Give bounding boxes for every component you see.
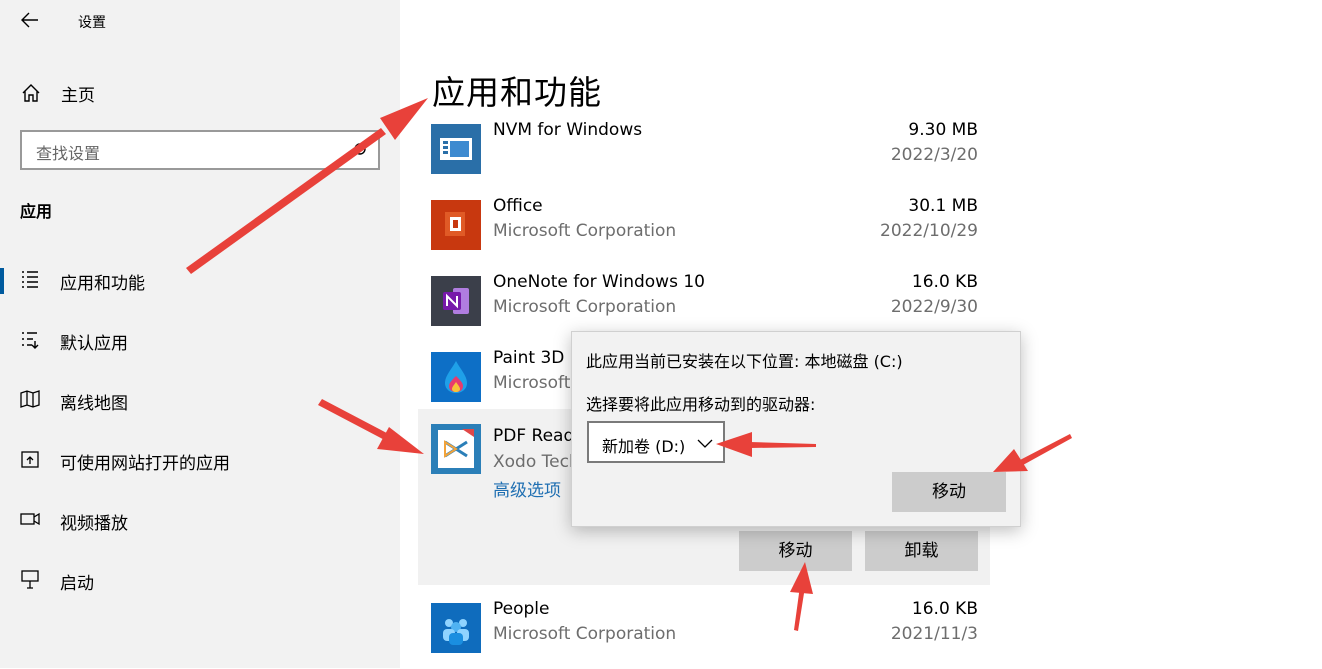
app-row-people[interactable]: People Microsoft Corporation 16.0 KB 202… (418, 595, 990, 669)
app-size: 30.1 MB (908, 196, 978, 216)
app-publisher: Microsoft Corporation (493, 624, 677, 644)
app-name: People (493, 599, 550, 619)
section-heading: 应用 (20, 202, 53, 221)
drive-select[interactable]: 新加卷 (D:) (587, 421, 725, 463)
app-size: 9.30 MB (908, 120, 978, 140)
app-name: Paint 3D (493, 348, 565, 368)
window-title: 设置 (78, 15, 106, 31)
app-date: 2021/11/3 (890, 624, 978, 644)
sidebar-item-default-apps[interactable]: 默认应用 (0, 318, 400, 362)
app-publisher: Xodo Tech (493, 452, 580, 472)
uninstall-button[interactable]: 卸载 (865, 531, 978, 571)
sidebar-item-label: 启动 (60, 574, 94, 594)
sidebar-item-video-playback[interactable]: 视频播放 (0, 498, 400, 542)
chevron-down-icon (697, 439, 713, 448)
choose-drive-prompt: 选择要将此应用移动到的驱动器: (586, 395, 816, 414)
sidebar-item-label: 应用和功能 (60, 274, 145, 294)
flyout-move-button[interactable]: 移动 (892, 472, 1006, 512)
app-name: OneNote for Windows 10 (493, 272, 705, 292)
app-size: 16.0 KB (911, 599, 978, 619)
app-date: 2022/9/30 (890, 297, 978, 317)
app-row-nvm[interactable]: NVM for Windows 9.30 MB 2022/3/20 (418, 116, 990, 190)
office-app-icon (431, 200, 481, 250)
current-location-text: 此应用当前已安装在以下位置: 本地磁盘 (C:) (586, 352, 903, 371)
move-app-flyout: 此应用当前已安装在以下位置: 本地磁盘 (C:) 选择要将此应用移动到的驱动器:… (571, 331, 1021, 527)
sidebar-item-label: 默认应用 (60, 334, 128, 354)
move-button[interactable]: 移动 (739, 531, 852, 571)
sidebar-item-label: 可使用网站打开的应用 (60, 454, 230, 474)
app-row-office[interactable]: Office Microsoft Corporation 30.1 MB 202… (418, 192, 990, 266)
sidebar-item-offline-maps[interactable]: 离线地图 (0, 378, 400, 422)
search-settings-input[interactable]: 查找设置 (20, 130, 380, 170)
app-name: Office (493, 196, 543, 216)
app-size: 16.0 KB (911, 272, 978, 292)
sidebar-item-apps-features[interactable]: 应用和功能 (0, 258, 400, 302)
people-app-icon (431, 603, 481, 653)
home-icon (22, 84, 40, 102)
page-title: 应用和功能 (432, 73, 602, 112)
paint3d-app-icon (431, 352, 481, 402)
back-button[interactable] (14, 6, 46, 34)
default-apps-icon (22, 332, 39, 349)
sidebar-item-apps-for-websites[interactable]: 可使用网站打开的应用 (0, 438, 400, 482)
sidebar-item-label: 视频播放 (60, 514, 128, 534)
app-date: 2022/3/20 (890, 145, 978, 165)
app-publisher: Microsoft Corporation (493, 297, 677, 317)
pdf-reader-app-icon (431, 424, 481, 474)
advanced-options-link[interactable]: 高级选项 (493, 476, 561, 501)
video-playback-icon (20, 512, 40, 526)
apps-for-websites-icon (21, 451, 39, 468)
onenote-app-icon (431, 276, 481, 326)
app-publisher: Microsoft Corporation (493, 221, 677, 241)
home-label: 主页 (61, 86, 95, 106)
search-placeholder: 查找设置 (36, 144, 101, 163)
title-bar: 设置 (0, 0, 400, 40)
startup-icon (21, 570, 39, 589)
back-arrow-icon (21, 12, 38, 28)
selection-indicator (0, 268, 4, 294)
home-nav-item[interactable]: 主页 (0, 72, 400, 112)
offline-maps-icon (20, 390, 40, 408)
nvm-app-icon (431, 124, 481, 174)
app-publisher: Microsoft (493, 373, 571, 393)
sidebar: 设置 主页 查找设置 应用 应用和功能 默认应用 离线地图 可使用网站打开的应用… (0, 0, 400, 668)
app-date: 2022/10/29 (880, 221, 978, 241)
sidebar-item-label: 离线地图 (60, 394, 128, 414)
sidebar-item-startup[interactable]: 启动 (0, 558, 400, 602)
app-name: NVM for Windows (493, 120, 643, 140)
selected-drive: 新加卷 (D:) (602, 437, 686, 456)
search-icon (351, 143, 366, 158)
apps-features-icon (22, 271, 38, 288)
